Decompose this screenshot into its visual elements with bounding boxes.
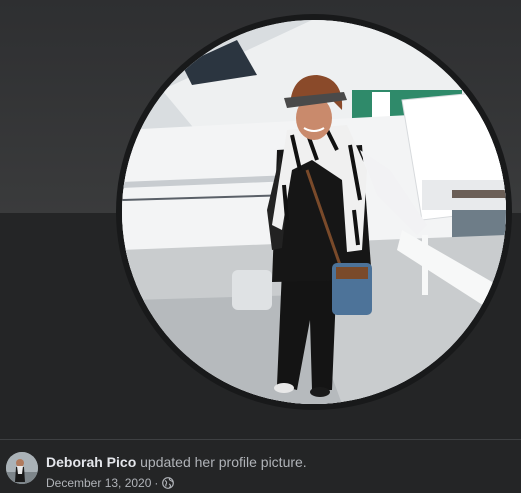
author-avatar-image — [6, 452, 38, 484]
meta-separator: · — [154, 476, 159, 490]
post-headline: Deborah Pico updated her profile picture… — [46, 454, 307, 470]
author-avatar[interactable] — [6, 452, 38, 484]
profile-picture-image — [122, 20, 506, 404]
post-action-text: updated her profile picture. — [136, 454, 307, 470]
post-header: Deborah Pico updated her profile picture… — [0, 440, 521, 493]
globe-icon-glyph — [162, 477, 175, 489]
author-name-link[interactable]: Deborah Pico — [46, 454, 136, 470]
post-meta: December 13, 2020 · — [46, 476, 175, 490]
post-card: Deborah Pico updated her profile picture… — [0, 0, 521, 493]
profile-picture[interactable] — [122, 20, 506, 404]
post-timestamp-link[interactable]: December 13, 2020 — [46, 476, 151, 490]
globe-icon[interactable] — [162, 477, 175, 489]
